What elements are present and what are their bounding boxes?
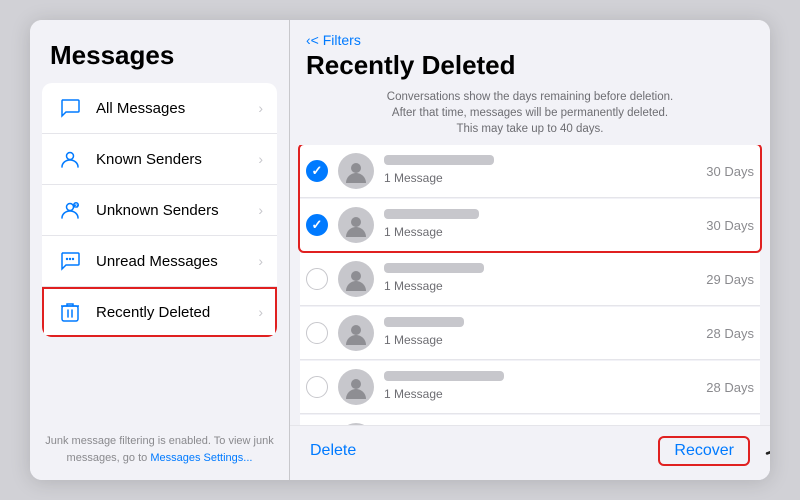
menu-list: All Messages › Known Senders › <box>42 83 277 337</box>
message-content: 1 Message <box>384 317 698 349</box>
message-count: 1 Message <box>384 279 443 293</box>
sidebar-label: Recently Deleted <box>96 304 258 321</box>
message-content: 1 Message <box>384 263 698 295</box>
recover-button[interactable]: Recover <box>658 436 750 466</box>
sender-name-bar <box>384 371 504 381</box>
footer-text: Junk message filtering is enabled. To vi… <box>30 423 289 480</box>
trash-icon <box>56 298 84 326</box>
days-remaining: 28 Days <box>706 326 754 341</box>
panel-title: Messages <box>30 20 289 83</box>
footer-bar: Delete Recover ➜ <box>290 425 770 480</box>
recover-wrap: Recover ➜ <box>658 436 750 466</box>
message-item[interactable]: 1 Message 28 Days <box>300 307 760 360</box>
days-remaining: 30 Days <box>706 164 754 179</box>
sender-name-bar <box>384 209 479 219</box>
message-count: 1 Message <box>384 225 443 239</box>
chevron-icon: › <box>258 151 263 167</box>
chevron-icon: › <box>258 253 263 269</box>
message-content: 1 Message <box>384 371 698 403</box>
avatar <box>338 261 374 297</box>
message-content: 1 Message <box>384 155 698 187</box>
messages-list: 1 Message 30 Days 1 Message <box>290 145 770 425</box>
message-item[interactable]: 1 Message 30 Days <box>300 199 760 251</box>
message-item[interactable]: 1 Message 28 Days <box>300 361 760 414</box>
message-checkbox[interactable] <box>306 268 328 290</box>
right-panel-title: Recently Deleted <box>306 50 754 81</box>
message-checkbox[interactable] <box>306 160 328 182</box>
sidebar-label: Unknown Senders <box>96 202 258 219</box>
message-item[interactable]: 1 Message 30 Days <box>300 145 760 198</box>
sidebar-label: Unread Messages <box>96 253 258 270</box>
avatar <box>338 207 374 243</box>
chevron-icon: › <box>258 100 263 116</box>
chat-unread-icon <box>56 247 84 275</box>
message-count: 1 Message <box>384 171 443 185</box>
sender-name-bar <box>384 155 494 165</box>
subtitle-text: Conversations show the days remaining be… <box>310 89 750 137</box>
avatar <box>338 153 374 189</box>
sidebar-item-unread-messages[interactable]: Unread Messages › <box>42 236 277 287</box>
sidebar-item-all-messages[interactable]: All Messages › <box>42 83 277 134</box>
person-icon <box>56 145 84 173</box>
message-item[interactable]: 1 Message 29 Days <box>300 253 760 306</box>
left-panel: Messages All Messages › <box>30 20 290 480</box>
filters-back-link[interactable]: ‹ < Filters <box>306 32 754 48</box>
chat-icon <box>56 94 84 122</box>
person-unknown-icon: ? <box>56 196 84 224</box>
message-count: 1 Message <box>384 387 443 401</box>
right-panel: ‹ < Filters Recently Deleted Conversatio… <box>290 20 770 480</box>
chevron-icon: › <box>258 304 263 320</box>
message-item[interactable]: 6 Messages 28 Days <box>300 415 760 425</box>
days-remaining: 29 Days <box>706 272 754 287</box>
message-content: 1 Message <box>384 209 698 241</box>
sidebar-label: Known Senders <box>96 151 258 168</box>
right-header: ‹ < Filters Recently Deleted <box>290 20 770 85</box>
delete-button[interactable]: Delete <box>310 442 356 460</box>
sidebar-item-unknown-senders[interactable]: ? Unknown Senders › <box>42 185 277 236</box>
avatar <box>338 315 374 351</box>
days-remaining: 30 Days <box>706 218 754 233</box>
messages-settings-link[interactable]: Messages Settings... <box>150 452 252 464</box>
message-count: 1 Message <box>384 333 443 347</box>
message-checkbox[interactable] <box>306 376 328 398</box>
sidebar-item-known-senders[interactable]: Known Senders › <box>42 134 277 185</box>
avatar <box>338 369 374 405</box>
sidebar-item-recently-deleted[interactable]: Recently Deleted › ➜ <box>42 287 277 337</box>
sidebar-label: All Messages <box>96 100 258 117</box>
message-checkbox[interactable] <box>306 214 328 236</box>
chevron-icon: › <box>258 202 263 218</box>
sender-name-bar <box>384 317 464 327</box>
selected-messages-group: 1 Message 30 Days 1 Message <box>300 145 760 251</box>
message-checkbox[interactable] <box>306 322 328 344</box>
days-remaining: 28 Days <box>706 380 754 395</box>
sender-name-bar <box>384 263 484 273</box>
svg-text:?: ? <box>75 204 78 210</box>
recover-arrow-indicator: ➜ <box>760 436 770 467</box>
